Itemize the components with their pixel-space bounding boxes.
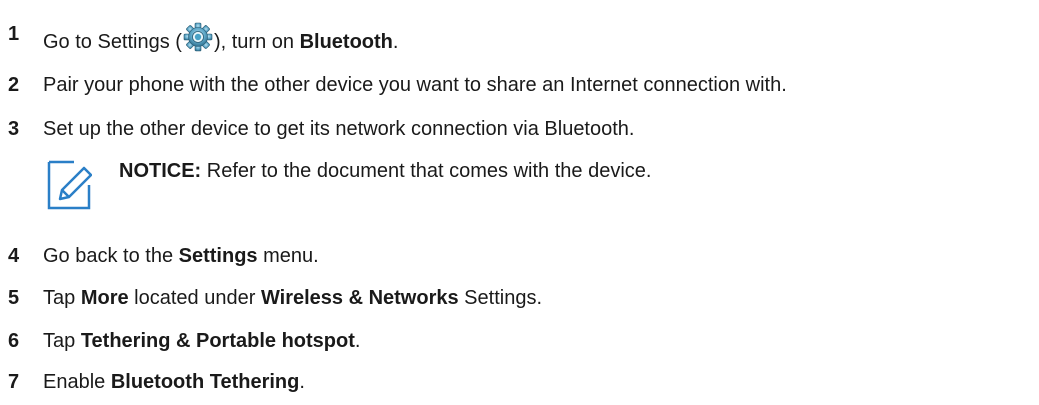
step-text-part: Tap bbox=[43, 287, 81, 309]
step-number: 5 bbox=[8, 287, 20, 309]
step-text-bold: More bbox=[80, 287, 129, 309]
step-text-bold: Settings bbox=[178, 245, 258, 267]
edit-pencil-icon bbox=[47, 160, 92, 210]
settings-gear-icon bbox=[183, 22, 213, 52]
step-text: Go back to the Settings menu. bbox=[43, 244, 319, 268]
step-text-part: Settings. bbox=[458, 287, 543, 309]
step-text: Set up the other device to get its netwo… bbox=[43, 118, 635, 140]
notice-text: NOTICE: Refer to the document that comes… bbox=[119, 159, 651, 183]
step-text-part: . bbox=[299, 371, 305, 393]
step-number: 4 bbox=[8, 245, 20, 267]
notice-label: NOTICE: bbox=[119, 160, 202, 182]
step-text-part: . bbox=[392, 31, 399, 53]
notice-body: Refer to the document that comes with th… bbox=[201, 160, 652, 182]
step-number: 2 bbox=[8, 74, 20, 96]
step-text: Pair your phone with the other device yo… bbox=[43, 74, 787, 96]
step-text-part: Go back to the bbox=[43, 245, 179, 267]
step-text-bold: Tethering & Portable hotspot bbox=[80, 330, 355, 352]
step-text-part: Enable bbox=[43, 371, 111, 393]
step-number: 6 bbox=[8, 330, 20, 352]
step-text-part: Tap bbox=[43, 330, 81, 352]
step-text-bold: Wireless & Networks bbox=[260, 287, 459, 309]
step-number: 3 bbox=[8, 118, 20, 140]
step-text-part: located under bbox=[128, 287, 261, 309]
step-text-part: Go to Settings ( bbox=[43, 31, 182, 53]
step-number: 7 bbox=[8, 371, 20, 393]
notice-box: NOTICE: Refer to the document that comes… bbox=[46, 159, 746, 217]
step-text: Tap More located under Wireless & Networ… bbox=[43, 286, 542, 310]
step-number: 1 bbox=[8, 23, 20, 45]
step-text-part: menu. bbox=[257, 245, 319, 267]
step-text-part: ), turn on bbox=[213, 31, 300, 53]
step-text: Tap Tethering & Portable hotspot. bbox=[43, 329, 360, 353]
step-text-bold: Bluetooth Tethering bbox=[110, 371, 300, 393]
step-text: Enable Bluetooth Tethering. bbox=[43, 370, 305, 394]
step-text: Go to Settings (), turn on Bluetooth. bbox=[43, 22, 398, 54]
step-text-bold: Bluetooth bbox=[299, 31, 393, 53]
step-text-part: . bbox=[354, 330, 361, 352]
